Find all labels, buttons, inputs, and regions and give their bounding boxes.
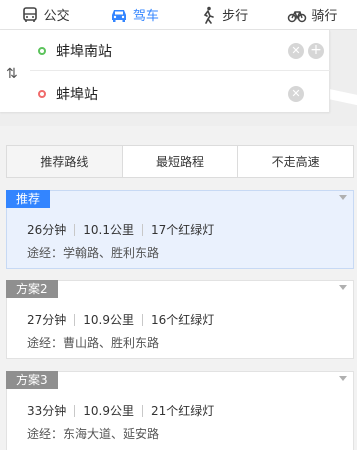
route-plan-card[interactable]: 推荐 26分钟 10.1公里 17个红绿灯 途经：学翰路、胜利东路	[6, 190, 354, 269]
divider	[74, 313, 76, 326]
tab-walk[interactable]: 步行	[179, 0, 268, 29]
end-point-input[interactable]: 蚌埠站	[56, 84, 288, 104]
bus-icon	[22, 6, 37, 22]
plan-time: 26分钟	[27, 223, 67, 237]
tab-shortest[interactable]: 最短路程	[121, 146, 238, 177]
start-point-row[interactable]: 蚌埠南站 ✕ +	[30, 31, 330, 71]
plan-via: 途经：曹山路、胜利东路	[27, 336, 160, 350]
tab-walk-label: 步行	[222, 9, 249, 24]
tab-no-highway[interactable]: 不走高速	[237, 146, 353, 177]
plan-stats: 27分钟 10.9公里 16个红绿灯	[27, 311, 214, 328]
chevron-down-icon[interactable]	[339, 376, 347, 381]
clear-start-icon[interactable]: ✕	[288, 42, 304, 59]
add-waypoint-icon[interactable]: +	[308, 42, 324, 59]
plan-time: 33分钟	[27, 404, 67, 418]
start-dot-icon	[38, 46, 46, 55]
route-plan-card[interactable]: 方案3 33分钟 10.9公里 21个红绿灯 途经：东海大道、延安路	[6, 371, 354, 450]
bike-icon	[288, 10, 307, 22]
plan-tag: 方案2	[6, 280, 58, 298]
plan-via: 途经：东海大道、延安路	[27, 427, 160, 441]
tab-drive[interactable]: 驾车	[89, 0, 178, 29]
plan-tag: 推荐	[6, 190, 51, 208]
end-point-row[interactable]: 蚌埠站 ✕	[30, 74, 330, 114]
plan-distance: 10.9公里	[83, 313, 135, 327]
chevron-down-icon[interactable]	[339, 285, 347, 290]
transport-mode-tabs: 公交 驾车 步行 骑行	[0, 0, 357, 30]
divider	[142, 223, 144, 236]
tab-bus[interactable]: 公交	[0, 0, 89, 29]
tab-bike-label: 骑行	[311, 9, 338, 24]
walk-icon	[203, 6, 214, 24]
clear-end-icon[interactable]: ✕	[288, 86, 304, 102]
divider	[142, 404, 144, 417]
tab-drive-label: 驾车	[132, 9, 159, 24]
divider	[74, 404, 76, 417]
plan-time: 27分钟	[27, 313, 67, 327]
divider	[142, 313, 144, 326]
plan-traffic-lights: 21个红绿灯	[151, 404, 215, 418]
plan-stats: 33分钟 10.9公里 21个红绿灯	[27, 402, 214, 419]
car-icon	[111, 9, 126, 22]
chevron-down-icon[interactable]	[339, 195, 347, 200]
plan-traffic-lights: 17个红绿灯	[151, 223, 215, 237]
tab-bus-label: 公交	[43, 9, 70, 24]
start-point-input[interactable]: 蚌埠南站	[56, 41, 288, 61]
plan-distance: 10.1公里	[83, 223, 135, 237]
end-dot-icon	[38, 90, 46, 98]
plan-traffic-lights: 16个红绿灯	[151, 313, 215, 327]
divider	[74, 223, 76, 236]
plan-stats: 26分钟 10.1公里 17个红绿灯	[27, 221, 214, 238]
plan-distance: 10.9公里	[83, 404, 135, 418]
route-strategy-tabs: 推荐路线 最短路程 不走高速	[6, 145, 354, 178]
swap-icon[interactable]: ⇅	[6, 66, 26, 82]
route-input-panel: ⇅ 蚌埠南站 ✕ + 蚌埠站 ✕	[0, 30, 330, 112]
route-plan-card[interactable]: 方案2 27分钟 10.9公里 16个红绿灯 途经：曹山路、胜利东路	[6, 280, 354, 359]
plan-tag: 方案3	[6, 371, 58, 389]
tab-bike[interactable]: 骑行	[268, 0, 357, 29]
tab-recommended[interactable]: 推荐路线	[7, 146, 122, 177]
plan-via: 途经：学翰路、胜利东路	[27, 246, 160, 260]
